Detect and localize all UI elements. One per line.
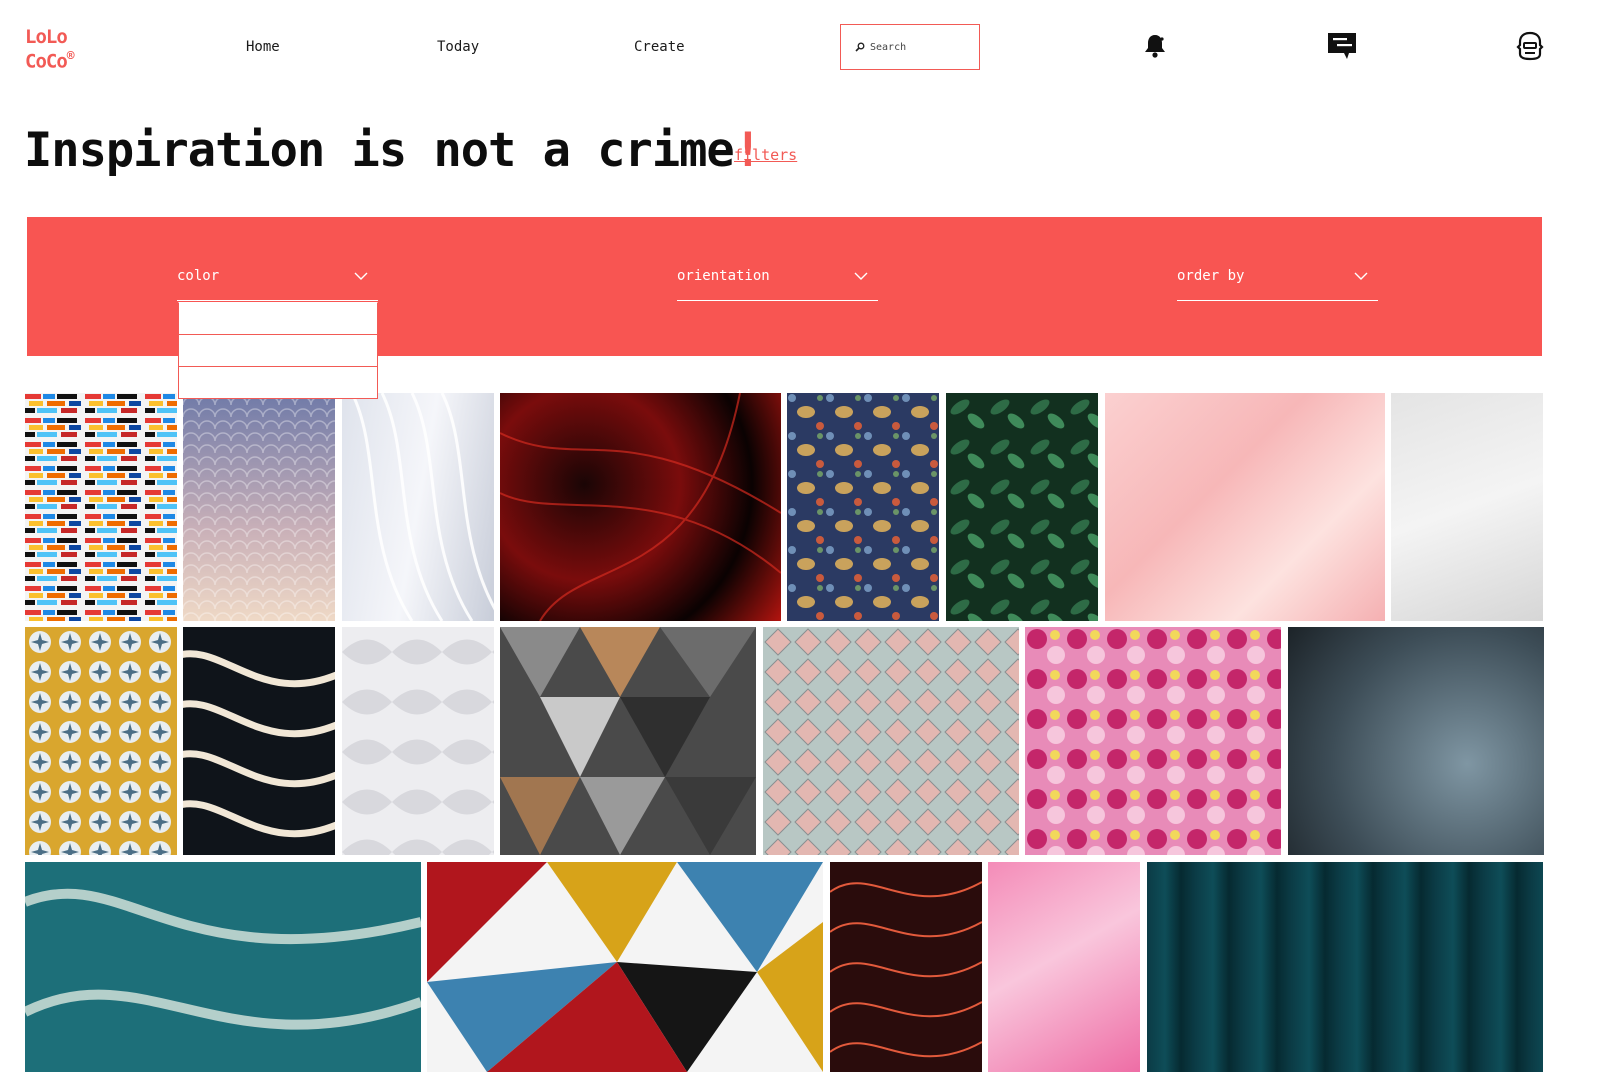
image-art [830,881,982,1058]
image-art [500,627,756,855]
image-art [183,650,335,838]
gallery-image-pink-roses[interactable] [1025,627,1281,855]
image-art [427,862,823,1072]
gallery-image-floral-tapestry[interactable] [787,393,939,621]
gallery-image-white-waves[interactable] [342,393,494,621]
gallery-image-lilac-scales[interactable] [183,393,335,621]
gallery-image-teal-curtain[interactable] [1147,862,1543,1072]
order-by-select-label: order by [1177,268,1245,284]
search-icon [855,42,865,52]
image-art [183,393,335,621]
image-art [787,393,939,621]
notifications-button[interactable] [1140,30,1170,62]
gallery-image-pink-marble[interactable] [1105,393,1385,621]
page-title: Inspiration is not a crime! [24,123,762,178]
avatar-icon [1516,31,1544,61]
search-input[interactable] [870,41,970,53]
gallery-image-red-waves[interactable] [830,862,982,1072]
gallery-image-metal-triangles[interactable] [500,627,756,855]
gallery-image-green-leaves[interactable] [946,393,1098,621]
image-art [946,393,1098,621]
gallery-image-red-fractal[interactable] [500,393,781,621]
color-option[interactable] [178,335,378,367]
gallery-image-teal-marble[interactable] [25,862,421,1072]
color-option[interactable] [178,367,378,399]
chat-icon [1328,33,1356,59]
image-art [25,888,421,1030]
image-art [1025,627,1281,855]
image-art [342,627,494,855]
color-select[interactable]: color [177,264,378,301]
gallery-image-azulejo-tiles[interactable] [25,627,177,855]
gallery-image-colorful-bricks[interactable] [25,393,177,621]
chevron-down-icon [354,272,368,280]
orientation-select-label: orientation [677,268,770,284]
image-art [25,393,177,621]
order-by-select[interactable]: order by [1177,264,1378,301]
profile-button[interactable] [1515,30,1545,62]
color-option[interactable] [178,302,378,335]
chevron-down-icon [1354,272,1368,280]
nav-create[interactable]: Create [634,39,685,55]
chevron-down-icon [854,272,868,280]
color-select-label: color [177,268,220,284]
image-art [500,393,781,621]
color-dropdown-menu [178,302,378,399]
logo-line-2: CoCo® [25,49,75,73]
nav-today[interactable]: Today [437,39,479,55]
image-art [25,627,177,855]
messages-button[interactable] [1327,30,1357,62]
gallery-image-pink-agate[interactable] [988,862,1140,1072]
image-art [763,627,1019,855]
bell-icon [1145,35,1165,58]
filters-link[interactable]: filters [734,146,797,164]
gallery-image-triangle-mosaic[interactable] [427,862,823,1072]
gallery-image-white-plaster[interactable] [1391,393,1543,621]
gallery-image-white-3d[interactable] [342,627,494,855]
nav-home[interactable]: Home [246,39,280,55]
gallery-image-pastel-scales[interactable] [763,627,1019,855]
orientation-select[interactable]: orientation [677,264,878,301]
search-box[interactable] [840,24,980,70]
image-art [350,393,494,621]
gallery-image-black-white-stripes[interactable] [183,627,335,855]
gallery-image-stone-texture[interactable] [1288,627,1544,855]
logo-line-1: LoLo [25,26,68,48]
brand-logo[interactable]: LoLo CoCo® [25,26,75,73]
